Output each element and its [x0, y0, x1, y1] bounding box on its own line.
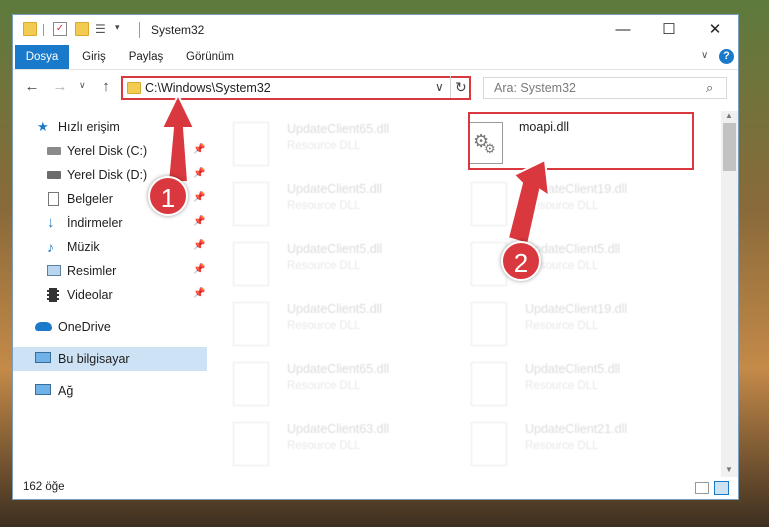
callout-1: 1: [148, 176, 188, 216]
arrow-1: [160, 92, 196, 183]
callout-2: 2: [501, 241, 541, 281]
arrow-2: [506, 158, 551, 246]
annotation-arrows: [160, 92, 551, 246]
